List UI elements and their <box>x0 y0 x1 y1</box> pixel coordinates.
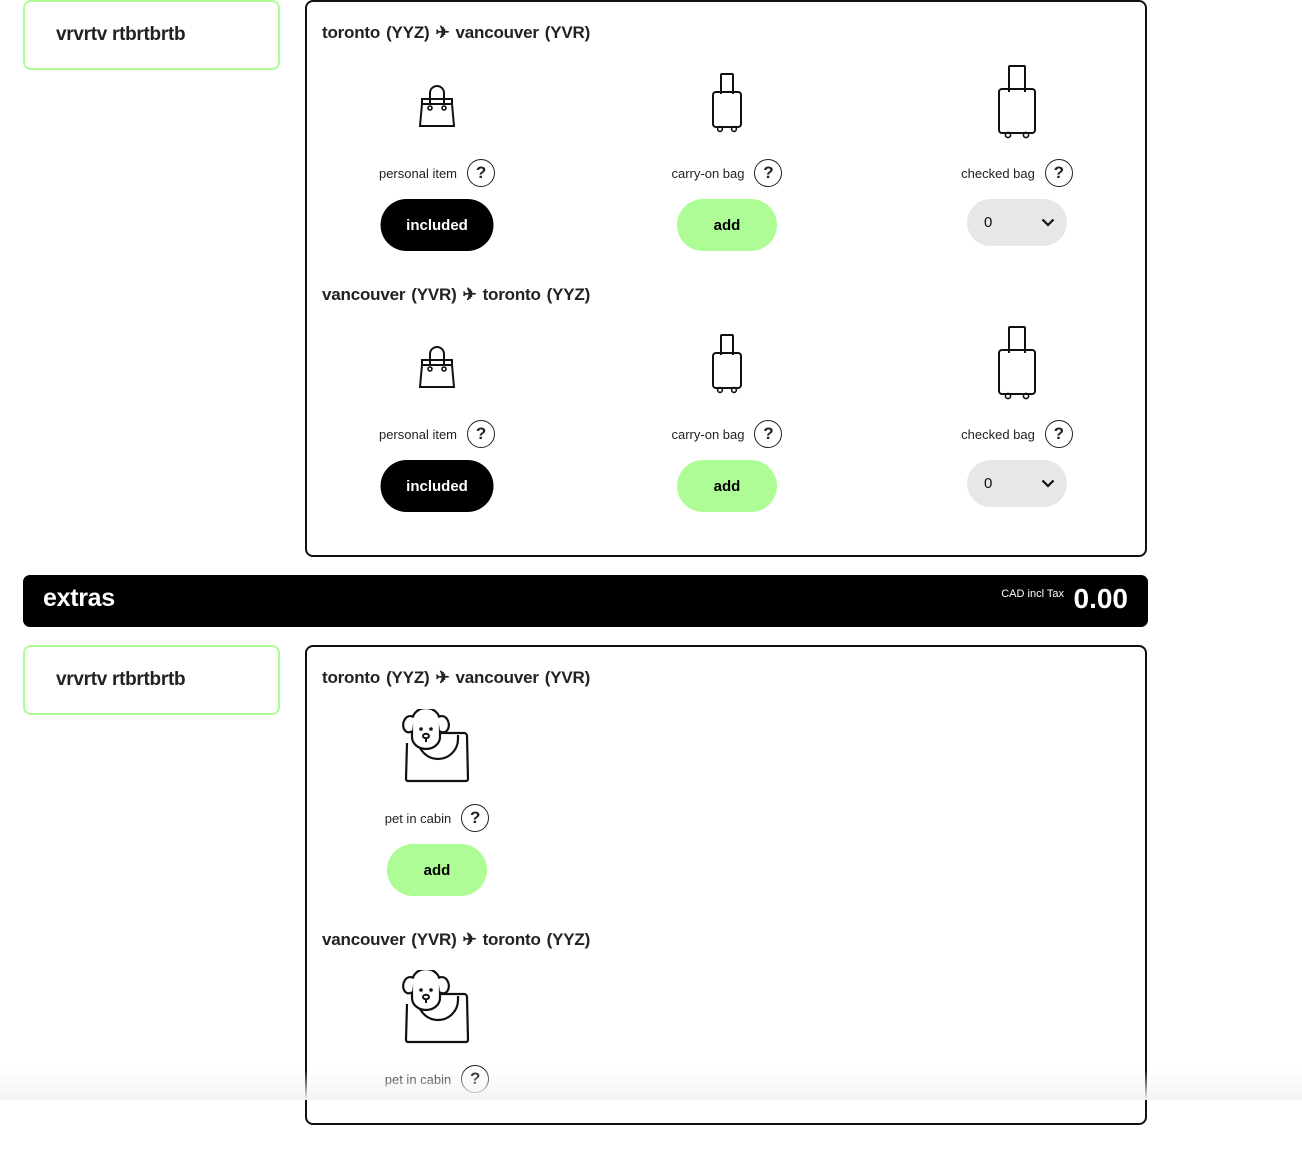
help-icon[interactable]: ? <box>467 159 496 187</box>
carry-on-suitcase-icon <box>712 73 742 133</box>
destination-code: (YVR) <box>544 668 591 687</box>
baggage-panel: toronto (YYZ) ✈ vancouver (YVR) personal ite… <box>305 0 1147 557</box>
extras-section-header: extras CAD incl Tax 0.00 <box>23 575 1148 627</box>
help-icon[interactable]: ? <box>461 804 490 832</box>
item-label: pet in cabin <box>384 810 452 826</box>
select-value: 0 <box>984 475 993 492</box>
destination-city: vancouver <box>455 668 539 687</box>
help-icon[interactable]: ? <box>467 420 496 448</box>
extras-panel: toronto (YYZ) ✈ vancouver (YVR) pet in cabin… <box>305 645 1147 1125</box>
origin-city: toronto <box>322 23 381 42</box>
baggage-option-personal-item: personal item ? included <box>307 62 567 252</box>
baggage-option-carry-on: carry-on bag ? add <box>597 323 857 513</box>
baggage-option-checked-bag: checked bag ? 0 <box>887 62 1147 252</box>
origin-code: (YYZ) <box>386 23 430 42</box>
destination-city: toronto <box>482 930 541 949</box>
help-icon[interactable]: ? <box>461 1065 490 1093</box>
destination-city: vancouver <box>455 23 539 42</box>
item-label: personal item <box>378 165 458 181</box>
price-total: 0.00 <box>1073 583 1129 614</box>
pet-carrier-icon <box>402 970 470 1044</box>
plane-icon: ✈ <box>435 23 450 42</box>
origin-code: (YYZ) <box>386 668 430 687</box>
chevron-down-icon <box>1041 479 1055 488</box>
passenger-card[interactable]: vrvrtv rtbrtbrtb <box>23 645 280 715</box>
help-icon[interactable]: ? <box>754 159 783 187</box>
destination-city: toronto <box>482 285 541 304</box>
plane-icon: ✈ <box>435 668 450 687</box>
item-label: personal item <box>378 426 458 442</box>
add-pet-in-cabin-button[interactable]: add <box>387 844 487 896</box>
help-icon[interactable]: ? <box>754 420 783 448</box>
baggage-option-checked-bag: checked bag ? 0 <box>887 323 1147 513</box>
plane-icon: ✈ <box>462 285 477 304</box>
item-label: checked bag <box>961 165 1035 181</box>
destination-code: (YVR) <box>544 23 591 42</box>
origin-code: (YVR) <box>411 285 457 304</box>
origin-city: toronto <box>322 668 381 687</box>
checked-bag-quantity-select[interactable]: 0 <box>967 199 1067 246</box>
origin-code: (YVR) <box>411 930 457 949</box>
item-label: checked bag <box>961 426 1035 442</box>
add-carry-on-button[interactable]: add <box>677 199 777 251</box>
route-heading: vancouver (YVR) ✈ toronto (YYZ) <box>322 930 590 950</box>
help-icon[interactable]: ? <box>1044 420 1073 448</box>
extra-option-pet-in-cabin: pet in cabin ? add <box>307 707 567 897</box>
extra-option-pet-in-cabin: pet in cabin ? <box>307 968 567 1158</box>
pet-carrier-icon <box>402 709 470 783</box>
baggage-option-personal-item: personal item ? included <box>307 323 567 513</box>
destination-code: (YYZ) <box>546 930 591 949</box>
price-currency-label: CAD incl Tax <box>1001 588 1064 600</box>
included-button[interactable]: included <box>380 460 494 512</box>
passenger-name: vrvrtv rtbrtbrtb <box>56 669 186 690</box>
item-label: carry-on bag <box>671 165 745 181</box>
item-label: carry-on bag <box>671 426 745 442</box>
handbag-icon <box>418 346 456 388</box>
destination-code: (YYZ) <box>546 285 591 304</box>
chevron-down-icon <box>1041 218 1055 227</box>
select-value: 0 <box>984 214 993 231</box>
help-icon[interactable]: ? <box>1044 159 1073 187</box>
handbag-icon <box>418 85 456 127</box>
passenger-card[interactable]: vrvrtv rtbrtbrtb <box>23 0 280 70</box>
included-button[interactable]: included <box>380 199 494 251</box>
origin-city: vancouver <box>322 930 406 949</box>
carry-on-suitcase-icon <box>712 334 742 394</box>
add-carry-on-button[interactable]: add <box>677 460 777 512</box>
plane-icon: ✈ <box>462 930 477 949</box>
route-heading: toronto (YYZ) ✈ vancouver (YVR) <box>322 23 590 43</box>
baggage-option-carry-on: carry-on bag ? add <box>597 62 857 252</box>
route-heading: toronto (YYZ) ✈ vancouver (YVR) <box>322 668 590 688</box>
section-title: extras <box>43 584 115 612</box>
checked-suitcase-icon <box>998 326 1036 400</box>
item-label: pet in cabin <box>384 1071 452 1087</box>
origin-city: vancouver <box>322 285 406 304</box>
route-heading: vancouver (YVR) ✈ toronto (YYZ) <box>322 285 590 305</box>
passenger-name: vrvrtv rtbrtbrtb <box>56 24 186 45</box>
checked-bag-quantity-select[interactable]: 0 <box>967 460 1067 507</box>
checked-suitcase-icon <box>998 65 1036 139</box>
